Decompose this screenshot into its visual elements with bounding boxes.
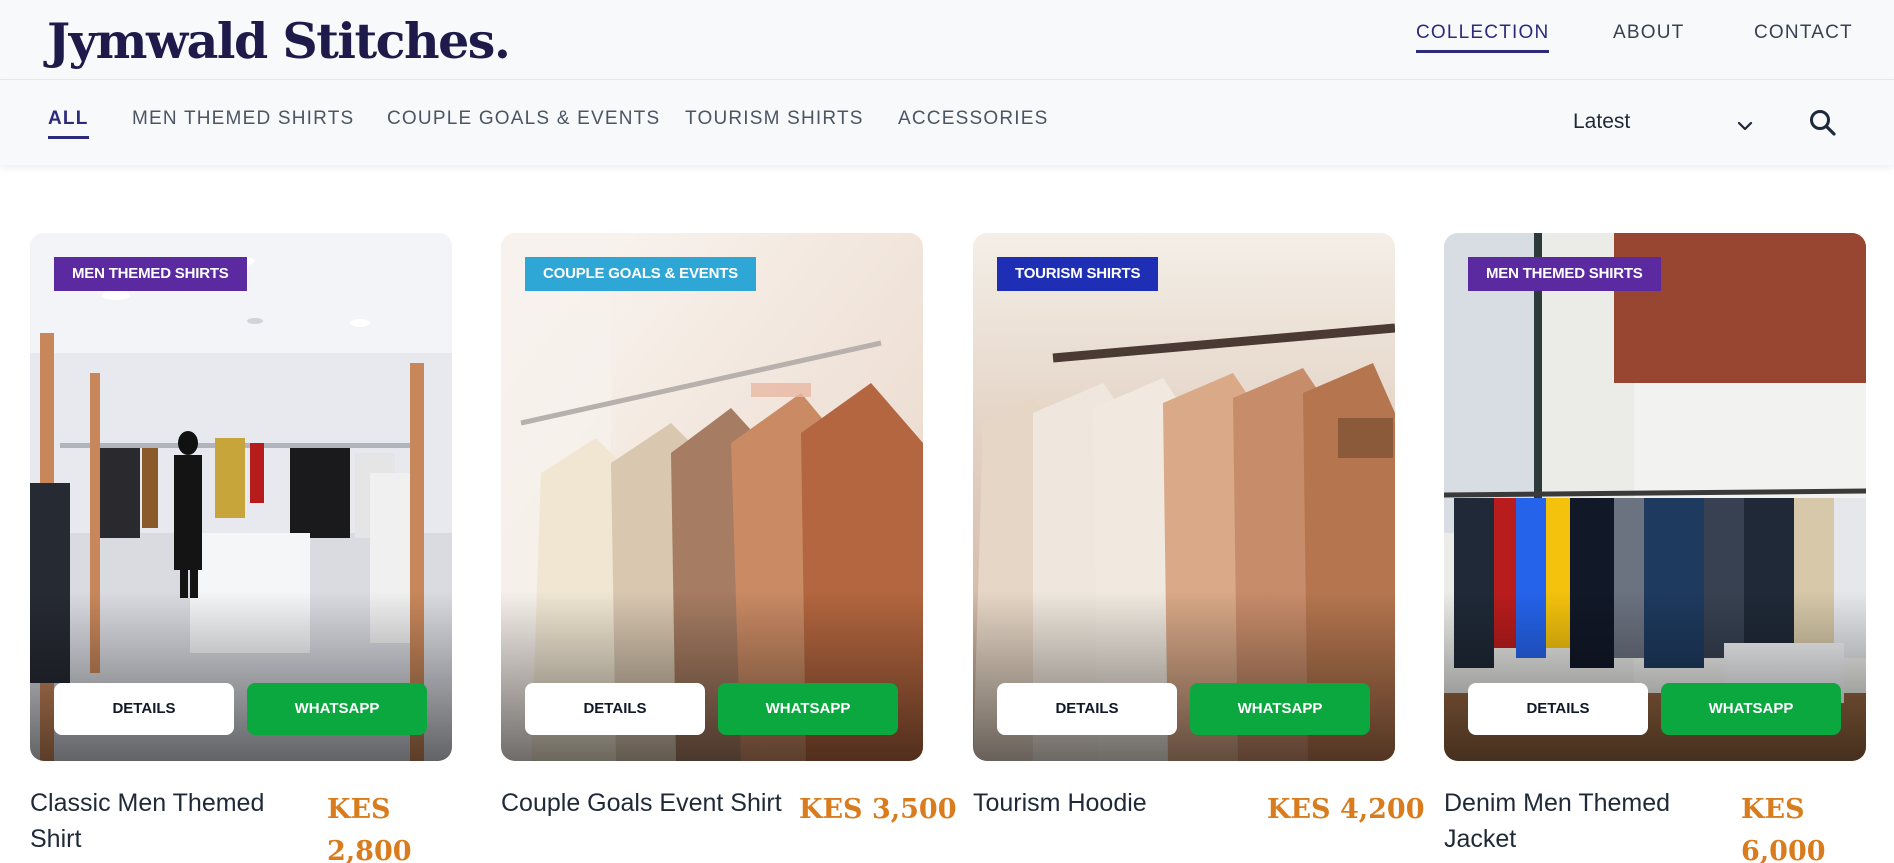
sort-select[interactable]: Latest — [1573, 110, 1753, 142]
details-button[interactable]: DETAILS — [1468, 683, 1648, 735]
details-button[interactable]: DETAILS — [54, 683, 234, 735]
category-tab-couple-goals-events[interactable]: COUPLE GOALS & EVENTS — [387, 108, 660, 130]
image-overlay — [973, 591, 1395, 761]
product-image[interactable]: COUPLE GOALS & EVENTS DETAILS WHATSAPP — [501, 233, 923, 761]
product-image[interactable]: TOURISM SHIRTS DETAILS WHATSAPP — [973, 233, 1395, 761]
whatsapp-button[interactable]: WHATSAPP — [718, 683, 898, 735]
product-name[interactable]: Denim Men Themed Jacket — [1444, 785, 1734, 857]
details-button[interactable]: DETAILS — [997, 683, 1177, 735]
product-price: KES 4,200 — [1267, 794, 1425, 825]
category-tab-accessories[interactable]: ACCESSORIES — [898, 108, 1048, 130]
product-image[interactable]: MEN THEMED SHIRTS DETAILS WHATSAPP — [1444, 233, 1866, 761]
nav-about[interactable]: ABOUT — [1613, 22, 1684, 44]
details-button[interactable]: DETAILS — [525, 683, 705, 735]
category-tab-all[interactable]: ALL — [48, 108, 89, 139]
whatsapp-button[interactable]: WHATSAPP — [1190, 683, 1370, 735]
product-price: KES 2,800 — [327, 794, 412, 863]
site-header: Jymwald Stitches. COLLECTION ABOUT CONTA… — [0, 0, 1894, 80]
category-tab-men-themed-shirts[interactable]: MEN THEMED SHIRTS — [132, 108, 354, 130]
category-tab-tourism-shirts[interactable]: TOURISM SHIRTS — [685, 108, 864, 130]
product-card[interactable]: MEN THEMED SHIRTS DETAILS WHATSAPP Class… — [30, 233, 452, 863]
product-image[interactable]: MEN THEMED SHIRTS DETAILS WHATSAPP — [30, 233, 452, 761]
product-card[interactable]: MEN THEMED SHIRTS DETAILS WHATSAPP Denim… — [1444, 233, 1866, 863]
category-filter-bar: ALL MEN THEMED SHIRTS COUPLE GOALS & EVE… — [0, 80, 1894, 165]
whatsapp-button[interactable]: WHATSAPP — [247, 683, 427, 735]
nav-contact[interactable]: CONTACT — [1754, 22, 1853, 44]
whatsapp-button[interactable]: WHATSAPP — [1661, 683, 1841, 735]
image-overlay — [1444, 591, 1866, 761]
search-icon — [1808, 110, 1838, 142]
category-badge: MEN THEMED SHIRTS — [1468, 257, 1661, 291]
chevron-down-icon — [1737, 110, 1753, 145]
product-card[interactable]: TOURISM SHIRTS DETAILS WHATSAPP Tourism … — [973, 233, 1425, 825]
search-button[interactable] — [1808, 108, 1838, 138]
product-card[interactable]: COUPLE GOALS & EVENTS DETAILS WHATSAPP C… — [501, 233, 957, 825]
product-name[interactable]: Couple Goals Event Shirt — [501, 785, 801, 821]
category-badge: COUPLE GOALS & EVENTS — [525, 257, 756, 291]
image-overlay — [501, 591, 923, 761]
brand-logo[interactable]: Jymwald Stitches. — [47, 12, 511, 70]
product-name[interactable]: Classic Men Themed Shirt — [30, 785, 320, 857]
category-badge: MEN THEMED SHIRTS — [54, 257, 247, 291]
product-price: KES 3,500 — [799, 794, 957, 825]
image-overlay — [30, 591, 452, 761]
sort-selected-value: Latest — [1573, 110, 1631, 133]
product-name[interactable]: Tourism Hoodie — [973, 785, 1263, 821]
category-badge: TOURISM SHIRTS — [997, 257, 1159, 291]
product-price: KES 6,000 — [1741, 794, 1826, 863]
nav-collection[interactable]: COLLECTION — [1416, 22, 1550, 53]
